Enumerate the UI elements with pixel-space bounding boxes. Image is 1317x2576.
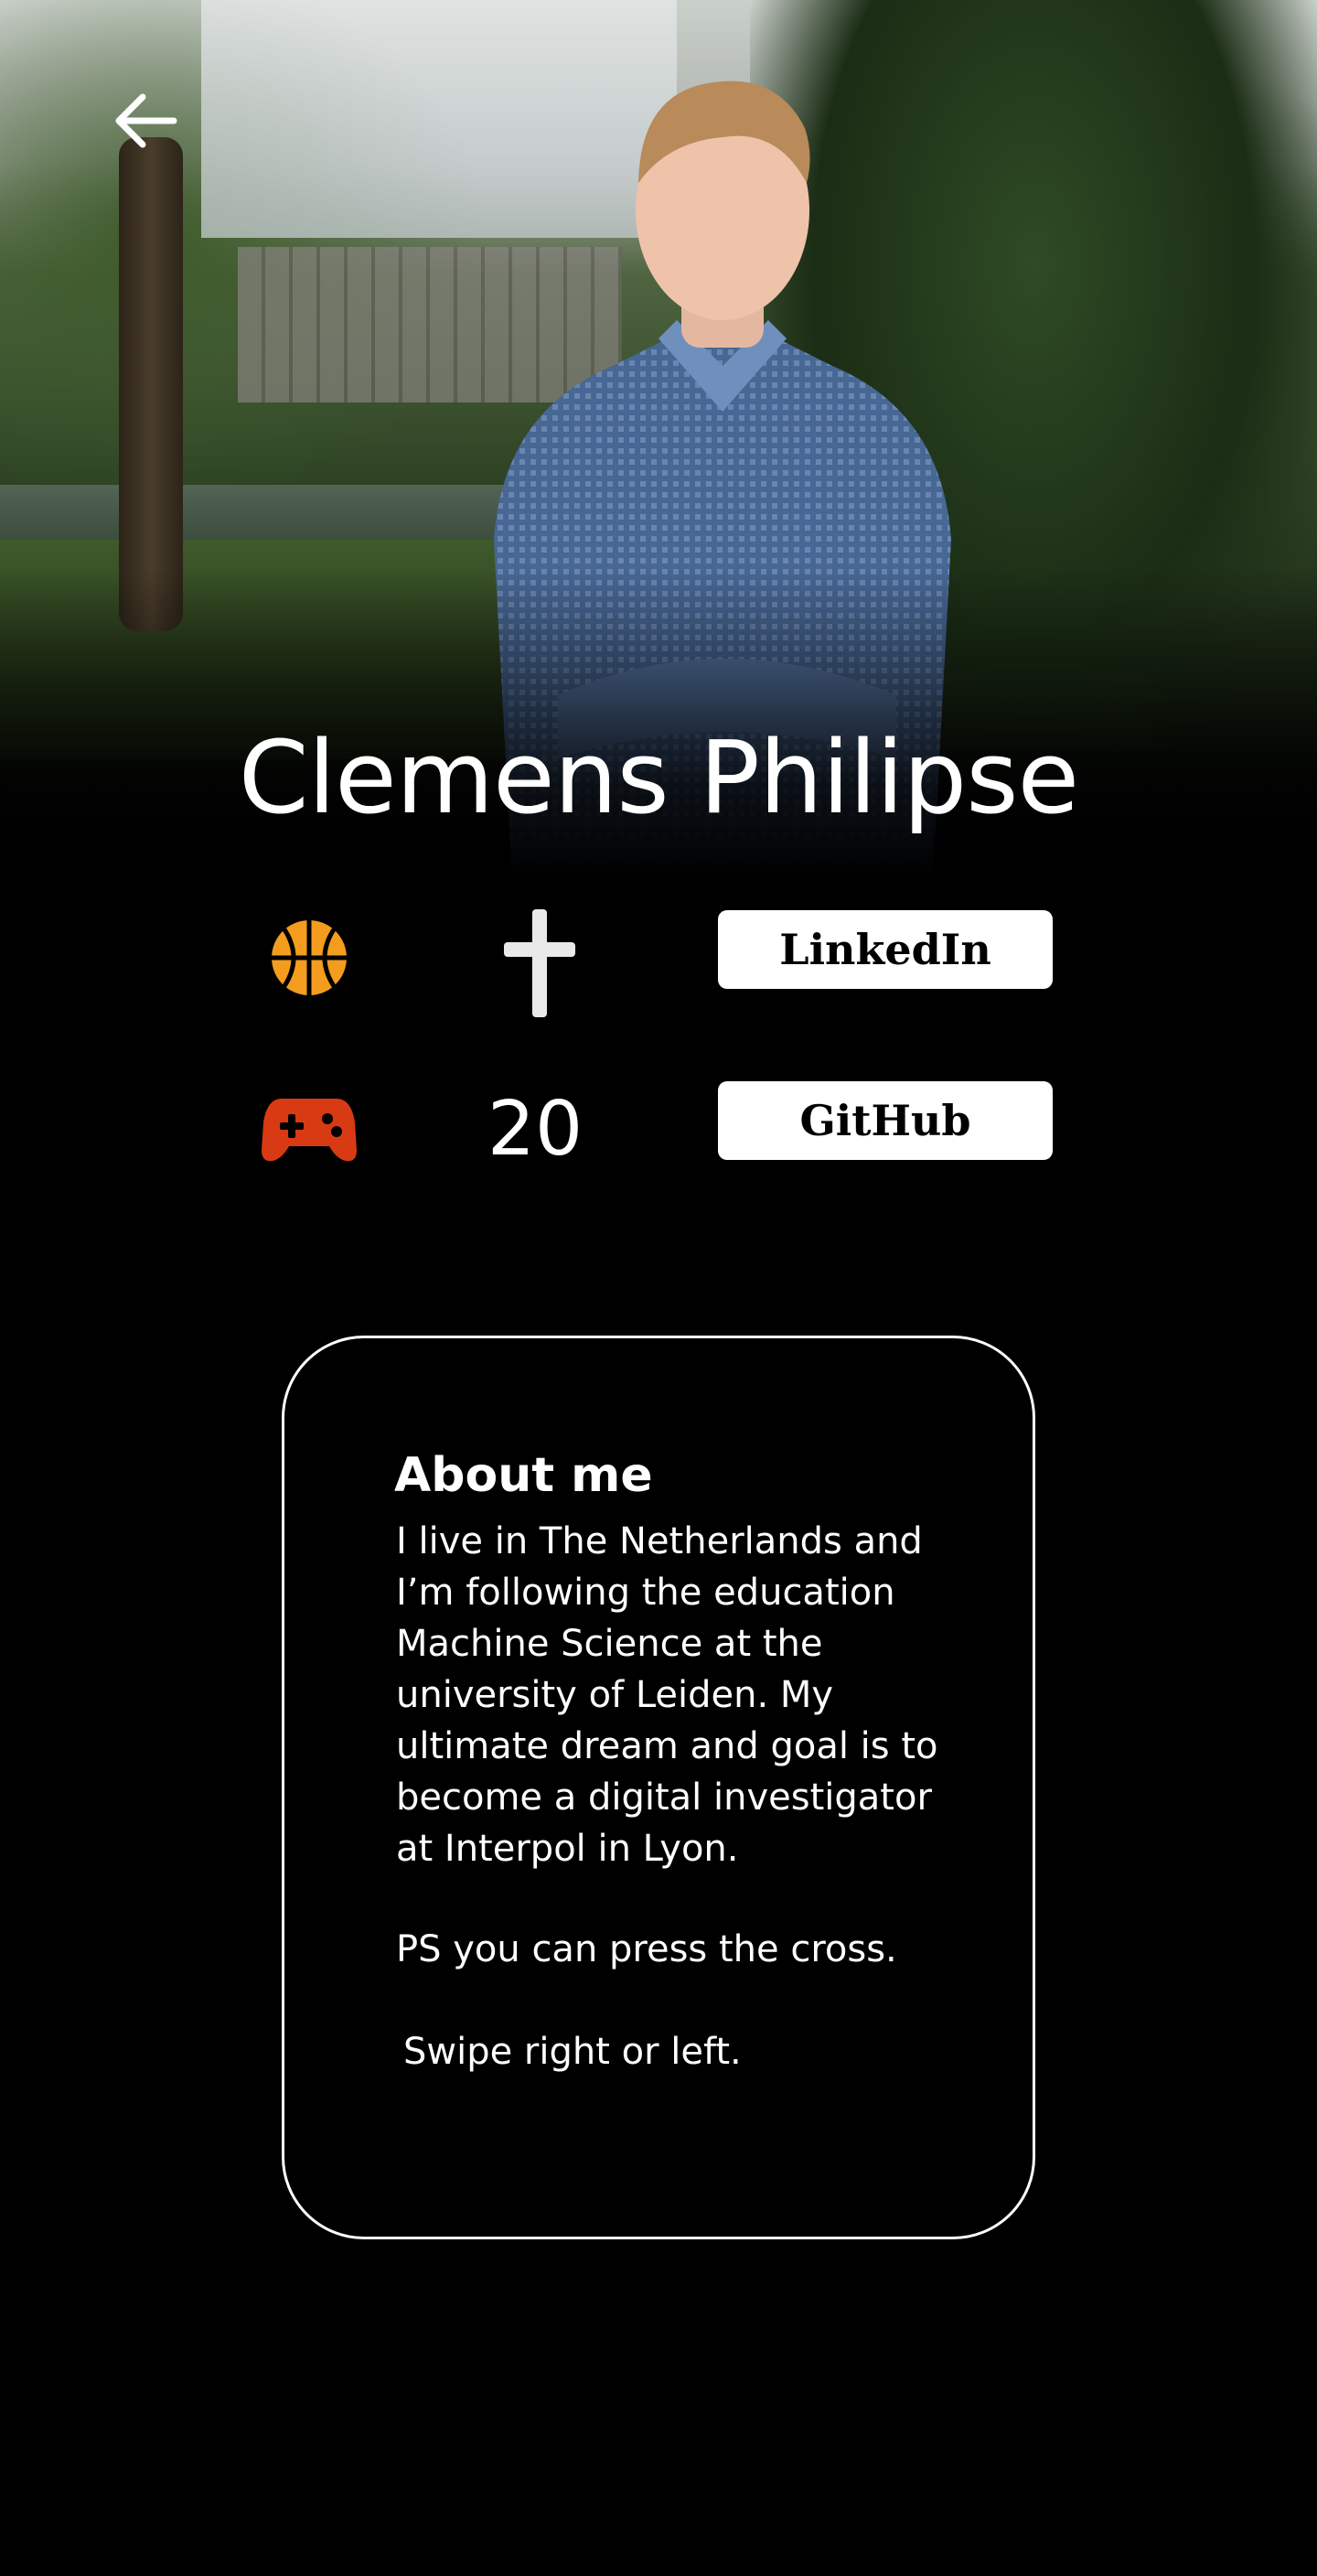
cross-button[interactable] (494, 906, 585, 1020)
about-text: I live in The Netherlands and I’m follow… (396, 1520, 938, 1870)
about-ps: PS you can press the cross. (396, 1928, 897, 1970)
arrow-left-icon (115, 93, 177, 148)
back-button[interactable] (108, 84, 181, 157)
basketball-icon (268, 917, 350, 999)
profile-name: Clemens Philipse (238, 719, 1079, 836)
age-value: 20 (487, 1086, 584, 1173)
about-card: About me I live in The Netherlands and I… (282, 1336, 1035, 2239)
gamepad-icon (261, 1093, 358, 1165)
cross-icon (504, 908, 575, 1017)
github-button[interactable]: GitHub (718, 1081, 1053, 1160)
linkedin-button[interactable]: LinkedIn (718, 910, 1053, 989)
about-title: About me (394, 1448, 653, 1503)
swipe-hint: Swipe right or left. (403, 2031, 742, 2073)
